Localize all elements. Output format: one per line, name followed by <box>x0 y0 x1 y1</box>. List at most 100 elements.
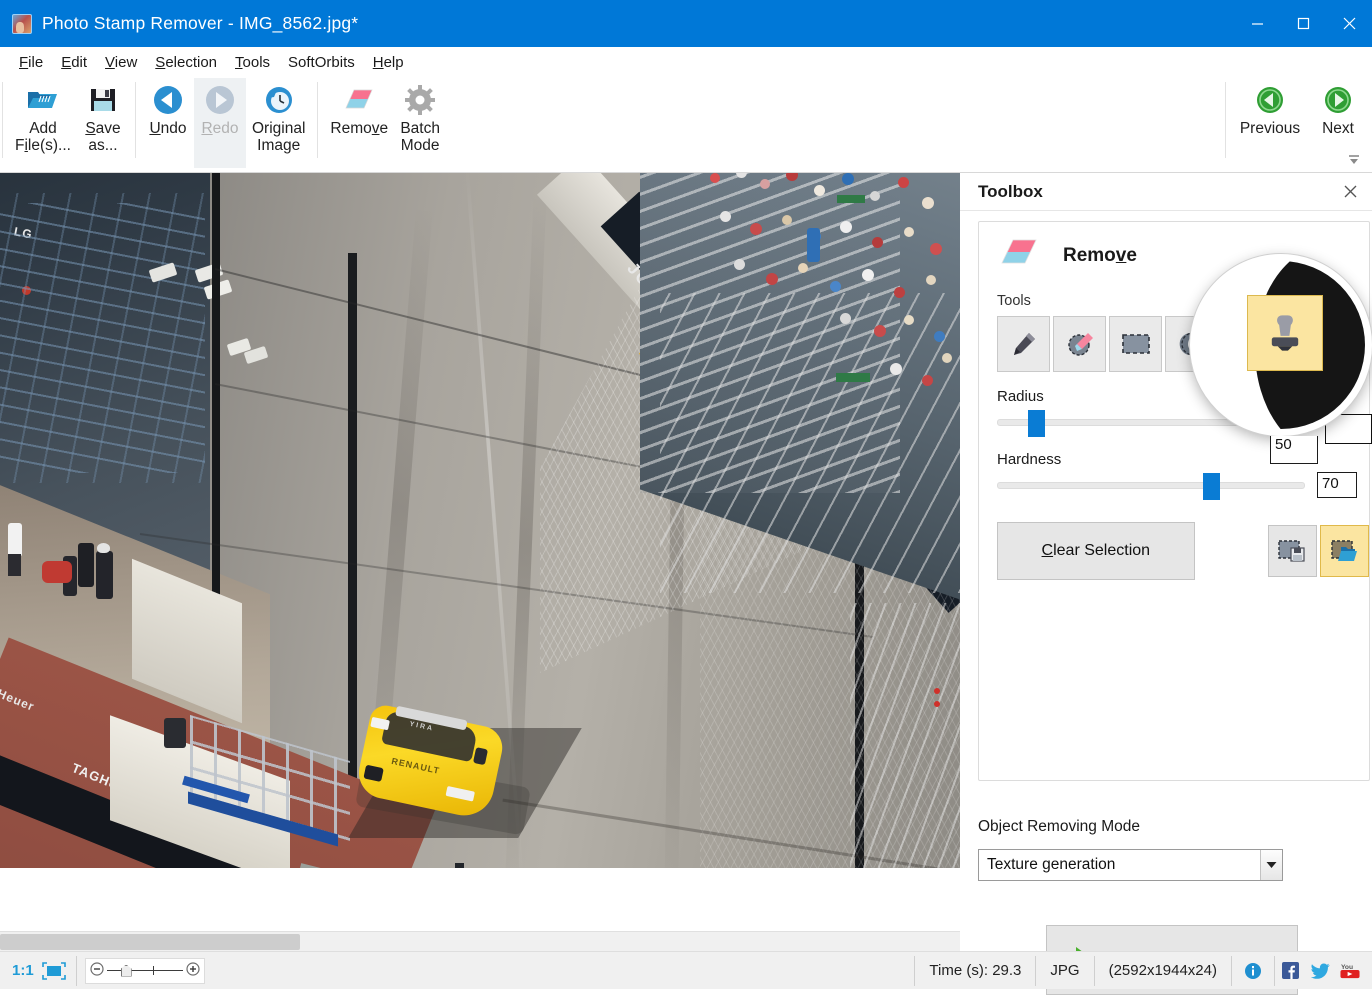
zoom-tick <box>152 965 155 975</box>
menu-file[interactable]: FFileile <box>10 50 52 75</box>
original-image-label: Original Image <box>251 120 306 154</box>
minimize-button[interactable] <box>1234 0 1280 47</box>
canvas-filler <box>0 868 960 931</box>
maximize-button[interactable] <box>1280 0 1326 47</box>
clear-selection-button[interactable]: Clear Selection <box>997 522 1195 580</box>
right-fence-strip <box>850 603 960 868</box>
menu-tools[interactable]: Tools <box>226 50 279 75</box>
remove-toolbar-button[interactable]: Remove <box>324 78 394 168</box>
menu-help[interactable]: Help <box>364 50 413 75</box>
toolbar-group-file: Add File(s)... Save as... <box>9 78 129 173</box>
add-files-label: Add File(s)... <box>15 120 71 154</box>
toolbar: Add File(s)... Save as... Undo Redo Orig… <box>0 78 1372 173</box>
object-removing-mode-label: Object Removing Mode <box>978 818 1140 835</box>
stamp-tool-magnified[interactable] <box>1247 295 1323 371</box>
menu-selection[interactable]: Selection <box>146 50 226 75</box>
eraser-icon <box>341 82 377 118</box>
history-clock-icon <box>263 82 295 118</box>
magnifier-loupe <box>1190 254 1372 436</box>
floppy-save-icon <box>88 82 118 118</box>
zoom-out-icon[interactable] <box>90 961 104 980</box>
load-selection-button[interactable] <box>1320 525 1369 577</box>
zoom-slider[interactable] <box>84 957 205 984</box>
scrollbar-thumb[interactable] <box>0 934 300 950</box>
window-title: Photo Stamp Remover - IMG_8562.jpg* <box>42 13 359 33</box>
previous-button[interactable]: Previous <box>1232 78 1308 168</box>
hardness-value-input[interactable]: 70 <box>1317 472 1357 498</box>
next-arrow-icon <box>1323 82 1353 118</box>
zoom-in-icon[interactable] <box>186 961 200 980</box>
batch-mode-button[interactable]: Batch Mode <box>394 78 446 168</box>
pit-railing-2 <box>0 193 205 483</box>
save-as-button[interactable]: Save as... <box>77 78 129 168</box>
app-photo-icon <box>12 13 32 34</box>
title-bar: Photo Stamp Remover - IMG_8562.jpg* <box>0 0 1372 47</box>
overflow-chevron-icon[interactable] <box>1346 152 1362 166</box>
info-icon[interactable] <box>1232 952 1274 990</box>
status-time: Time (s): 29.3 <box>929 962 1022 979</box>
hardness-slider-row: 70 <box>997 472 1369 500</box>
person <box>8 523 22 557</box>
rectangle-select-tool-button[interactable] <box>1109 316 1162 372</box>
person-firefighter <box>96 551 113 599</box>
toolbar-divider <box>2 82 3 158</box>
status-divider-6 <box>1274 955 1275 986</box>
youtube-icon[interactable]: You <box>1340 961 1360 981</box>
radius-value-partial[interactable]: 50 <box>1270 436 1318 464</box>
person-firefighter <box>78 543 94 587</box>
save-selection-button[interactable] <box>1268 525 1317 577</box>
pencil-tool-button[interactable] <box>997 316 1050 372</box>
remove-toolbar-label: Remove <box>330 120 389 137</box>
toolbar-group-history: Undo Redo Original Image <box>142 78 311 173</box>
status-dimensions: (2592x1944x24) <box>1108 962 1217 979</box>
redo-label: Redo <box>201 120 239 137</box>
close-button[interactable] <box>1326 0 1372 47</box>
object-removing-mode-value: Texture generation <box>987 856 1116 873</box>
facebook-icon[interactable] <box>1280 961 1300 981</box>
open-folder-icon <box>26 82 60 118</box>
toolbar-group-actions: Remove Batch Mode <box>324 78 446 173</box>
original-image-button[interactable]: Original Image <box>246 78 311 168</box>
toolbox-header: Toolbox <box>960 173 1372 211</box>
green-banner <box>837 195 865 203</box>
fit-to-window-icon[interactable] <box>40 952 76 990</box>
previous-arrow-icon <box>1255 82 1285 118</box>
batch-mode-label: Batch Mode <box>400 120 440 154</box>
main-area: LG JOHNNIE WALKER <box>0 173 1372 995</box>
object-removing-mode-select[interactable]: Texture generation <box>978 849 1283 881</box>
previous-label: Previous <box>1239 120 1301 137</box>
hardness-slider[interactable] <box>997 472 1305 500</box>
hardness-slider-thumb[interactable] <box>1203 472 1220 500</box>
next-label: Next <box>1322 120 1354 137</box>
menu-softorbits[interactable]: SoftOrbits <box>279 50 364 75</box>
menu-edit[interactable]: Edit <box>52 50 96 75</box>
toolbox-close-icon[interactable] <box>1340 182 1360 202</box>
undo-button[interactable]: Undo <box>142 78 194 168</box>
status-bar: 1:1 Time (s): 29.3 JPG (2592x1944x24) Yo… <box>0 951 1372 989</box>
toolbar-divider-4 <box>1225 82 1226 158</box>
camera-rig <box>164 718 186 748</box>
redo-button[interactable]: Redo <box>193 78 246 168</box>
add-files-button[interactable]: Add File(s)... <box>9 78 77 168</box>
image-canvas[interactable]: LG JOHNNIE WALKER <box>0 173 960 951</box>
zoom-ratio-button[interactable]: 1:1 <box>0 962 40 979</box>
photo-image[interactable]: LG JOHNNIE WALKER <box>0 173 960 868</box>
toolbox-title: Toolbox <box>978 181 1043 201</box>
save-as-label: Save as... <box>85 120 121 154</box>
toolbox-mode-label: Remove <box>1063 244 1137 266</box>
undo-arrow-icon <box>151 82 185 118</box>
chevron-down-icon[interactable] <box>1260 850 1282 880</box>
twitter-icon[interactable] <box>1310 961 1330 981</box>
radius-slider-thumb[interactable] <box>1028 409 1045 437</box>
menu-view[interactable]: View <box>96 50 146 75</box>
status-format: JPG <box>1050 962 1080 979</box>
person <box>8 554 21 576</box>
zoom-slider-thumb[interactable] <box>120 964 132 977</box>
eraser-tool-button[interactable] <box>1053 316 1106 372</box>
marker-dots <box>934 701 940 707</box>
redo-arrow-icon <box>203 82 237 118</box>
status-divider <box>75 955 77 986</box>
eraser-icon <box>997 236 1041 275</box>
horizontal-scrollbar[interactable] <box>0 931 960 951</box>
menu-bar: FFileile Edit View Selection Tools SoftO… <box>0 47 1372 78</box>
